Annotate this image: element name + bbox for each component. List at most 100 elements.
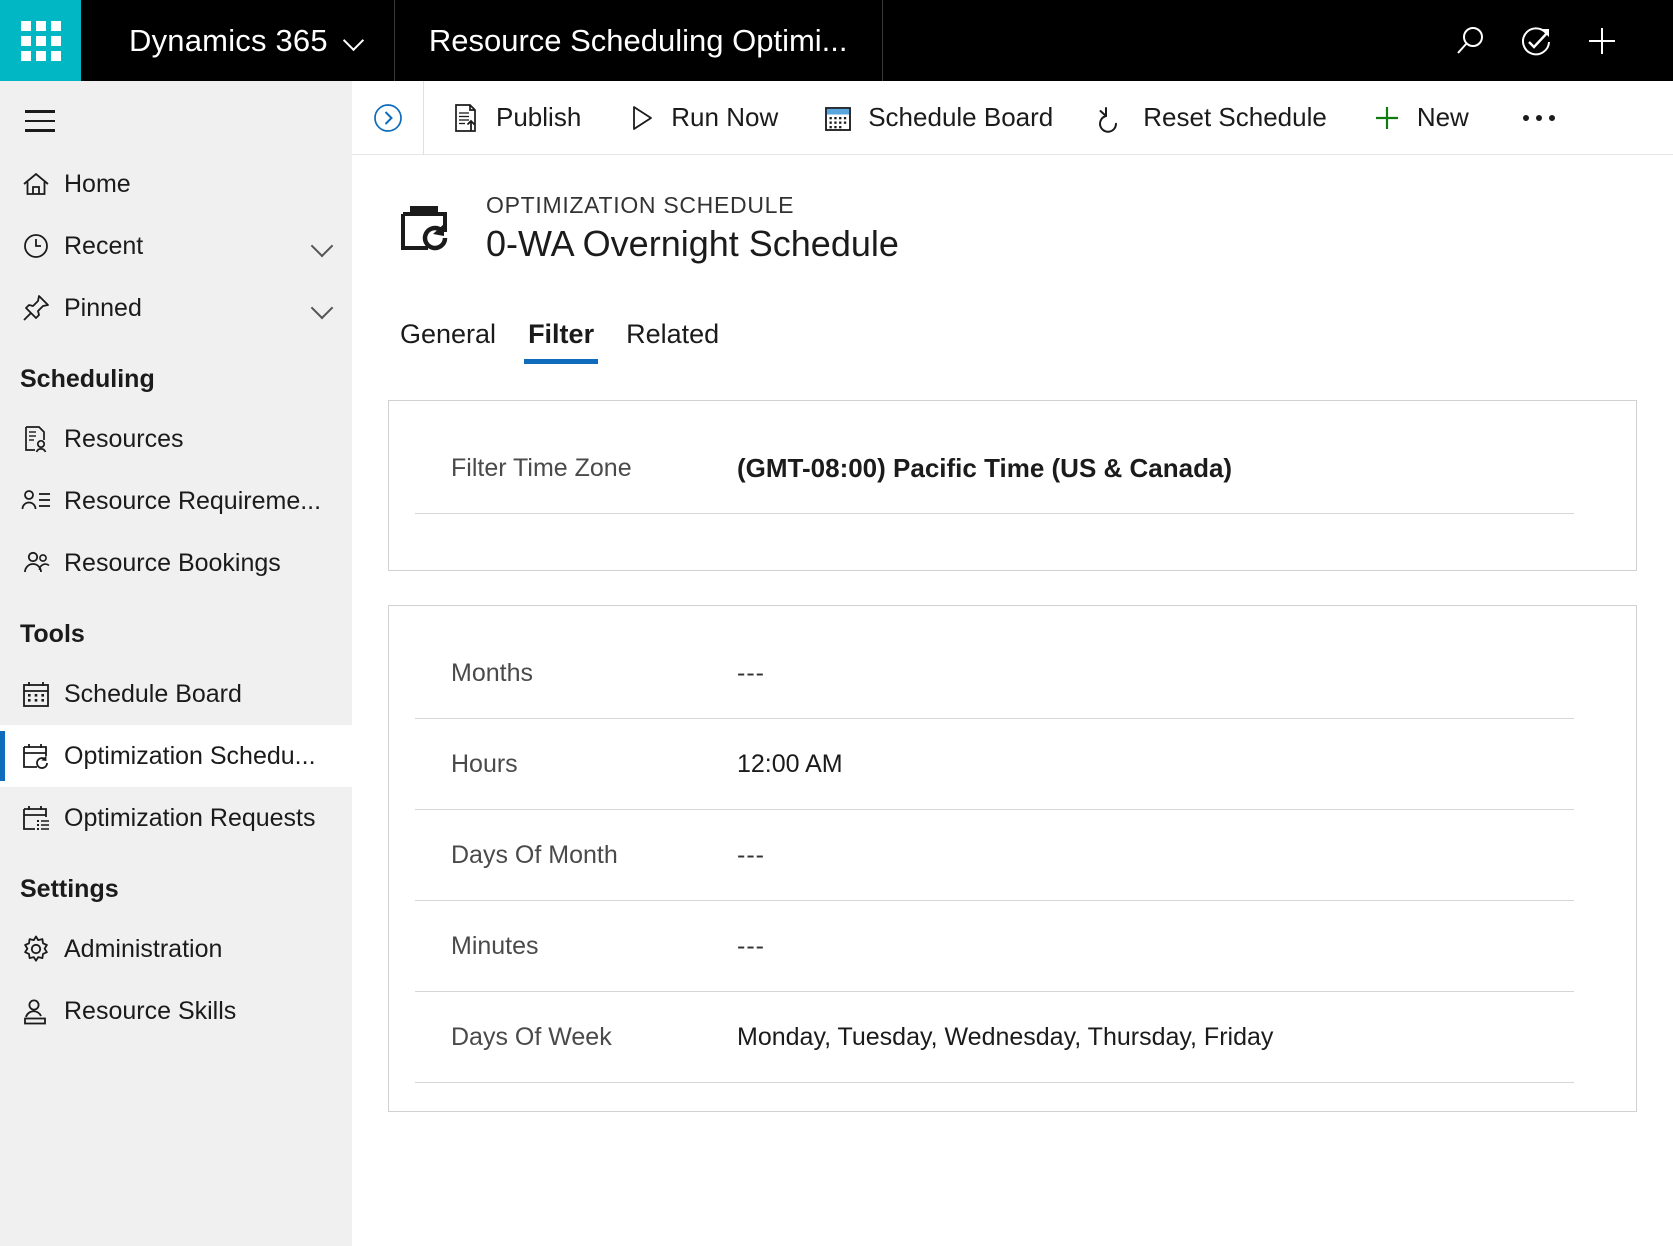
command-label: Schedule Board	[868, 102, 1054, 132]
appbar-actions	[1437, 0, 1673, 81]
app-launcher-button[interactable]	[0, 0, 81, 81]
field-value[interactable]: ---	[737, 841, 1636, 870]
sidebar-group-tools: Tools	[20, 620, 85, 648]
sidebar-item-resource-skills[interactable]: Resource Skills	[0, 980, 352, 1042]
field-label: Months	[451, 658, 533, 687]
calendar-icon	[825, 106, 852, 131]
appbar-spacer	[883, 0, 1437, 81]
more-commands-button[interactable]	[1501, 81, 1577, 155]
schedule-board-button[interactable]: Schedule Board	[804, 81, 1071, 155]
bookings-icon	[20, 547, 64, 579]
clock-icon	[20, 230, 64, 262]
app-title-label: Resource Scheduling Optimi...	[428, 22, 848, 58]
field-months[interactable]: Months ---	[389, 628, 1636, 718]
waffle-icon	[20, 20, 61, 61]
timezone-card: Filter Time Zone (GMT-08:00) Pacific Tim…	[388, 400, 1637, 571]
sidebar-item-label: Optimization Requests	[64, 803, 316, 832]
field-label: Days Of Month	[451, 840, 618, 869]
command-label: Run Now	[671, 102, 779, 132]
undo-icon	[1099, 106, 1118, 133]
new-button[interactable]: New	[1353, 81, 1487, 155]
card-spacer	[389, 606, 1636, 628]
assistant-icon	[1522, 26, 1550, 55]
hamburger-bar	[25, 119, 55, 123]
expand-panel-button[interactable]	[352, 80, 424, 155]
field-value[interactable]: ---	[737, 659, 1636, 688]
home-icon	[20, 168, 64, 200]
publish-icon	[455, 103, 476, 132]
card-spacer	[389, 514, 1636, 542]
sidebar-item-resource-requirements[interactable]: Resource Requireme...	[0, 470, 352, 532]
field-label: Days Of Week	[451, 1022, 612, 1051]
record-entity-name: OPTIMIZATION SCHEDULE	[486, 192, 795, 218]
sidebar-item-label: Schedule Board	[64, 679, 242, 708]
brand-label: Dynamics 365	[129, 22, 328, 58]
sidebar-item-optimization-requests[interactable]: Optimization Requests	[0, 787, 352, 849]
sidebar-item-optimization-schedules[interactable]: Optimization Schedu...	[0, 725, 352, 787]
chevron-down-icon[interactable]	[312, 297, 334, 319]
sidebar: Home Recent Pinned Scheduling Resources …	[0, 81, 352, 1246]
field-value[interactable]: (GMT-08:00) Pacific Time (US & Canada)	[737, 453, 1636, 484]
sidebar-item-resources[interactable]: Resources	[0, 408, 352, 470]
field-label: Filter Time Zone	[451, 453, 632, 482]
field-minutes[interactable]: Minutes ---	[389, 901, 1636, 991]
publish-button[interactable]: Publish	[432, 81, 599, 155]
tab-filter[interactable]: Filter	[512, 319, 610, 364]
main-content: OPTIMIZATION SCHEDULE 0-WA Overnight Sch…	[352, 155, 1673, 1246]
sidebar-item-pinned[interactable]: Pinned	[0, 277, 352, 339]
field-value[interactable]: ---	[737, 932, 1636, 961]
ellipsis-dot	[1522, 114, 1529, 121]
command-bar: Publish Run Now Schedule Board Reset Sch…	[352, 80, 1673, 155]
record-header-text: OPTIMIZATION SCHEDULE 0-WA Overnight Sch…	[486, 192, 899, 265]
form-tabs: General Filter Related	[352, 267, 1673, 364]
tab-related[interactable]: Related	[610, 319, 735, 364]
sidebar-item-administration[interactable]: Administration	[0, 918, 352, 980]
sidebar-item-label: Resource Bookings	[64, 548, 281, 577]
site-map-toggle[interactable]	[8, 89, 72, 153]
field-value[interactable]: 12:00 AM	[737, 750, 1636, 779]
app-title: Resource Scheduling Optimi...	[395, 0, 883, 81]
search-icon	[1457, 26, 1483, 54]
sidebar-item-label: Home	[64, 169, 131, 198]
calendar-list-icon	[20, 802, 64, 834]
tab-general[interactable]: General	[384, 319, 512, 364]
reset-schedule-button[interactable]: Reset Schedule	[1079, 81, 1345, 155]
gear-icon	[20, 933, 64, 965]
calendar-icon	[20, 678, 64, 710]
record-header: OPTIMIZATION SCHEDULE 0-WA Overnight Sch…	[352, 155, 1673, 267]
sidebar-item-label: Resource Skills	[64, 996, 237, 1025]
app-bar: Dynamics 365 Resource Scheduling Optimi.…	[0, 0, 1673, 81]
plus-icon	[1375, 106, 1398, 129]
chevron-right-circle-icon	[373, 103, 402, 132]
sidebar-item-label: Resource Requireme...	[64, 486, 322, 515]
sidebar-item-resource-bookings[interactable]: Resource Bookings	[0, 532, 352, 594]
field-hours[interactable]: Hours 12:00 AM	[389, 719, 1636, 809]
plus-icon	[1589, 27, 1615, 54]
command-label: Publish	[496, 102, 582, 132]
sidebar-item-recent[interactable]: Recent	[0, 215, 352, 277]
optimization-schedule-icon	[388, 190, 460, 267]
command-label: New	[1416, 102, 1469, 132]
page-title: 0-WA Overnight Schedule	[486, 223, 899, 264]
sidebar-item-label: Resources	[64, 424, 184, 453]
brand-menu[interactable]: Dynamics 365	[81, 0, 395, 81]
sidebar-item-label: Optimization Schedu...	[64, 741, 316, 770]
chevron-down-icon[interactable]	[312, 235, 334, 257]
new-record-button[interactable]	[1569, 0, 1635, 81]
hamburger-bar	[25, 129, 55, 132]
person-card-icon	[20, 995, 64, 1027]
field-value[interactable]: Monday, Tuesday, Wednesday, Thursday, Fr…	[737, 1023, 1636, 1052]
search-button[interactable]	[1437, 0, 1503, 81]
card-spacer	[389, 542, 1636, 570]
field-days-of-week[interactable]: Days Of Week Monday, Tuesday, Wednesday,…	[389, 992, 1636, 1082]
run-now-button[interactable]: Run Now	[607, 81, 796, 155]
assistant-button[interactable]	[1503, 0, 1569, 81]
field-filter-time-zone[interactable]: Filter Time Zone (GMT-08:00) Pacific Tim…	[389, 423, 1636, 513]
sidebar-item-label: Recent	[64, 231, 144, 260]
ellipsis-dot	[1535, 114, 1542, 121]
field-days-of-month[interactable]: Days Of Month ---	[389, 810, 1636, 900]
sidebar-item-schedule-board[interactable]: Schedule Board	[0, 663, 352, 725]
field-label: Hours	[451, 749, 518, 778]
sidebar-group-settings: Settings	[20, 875, 119, 903]
sidebar-item-home[interactable]: Home	[0, 153, 352, 215]
